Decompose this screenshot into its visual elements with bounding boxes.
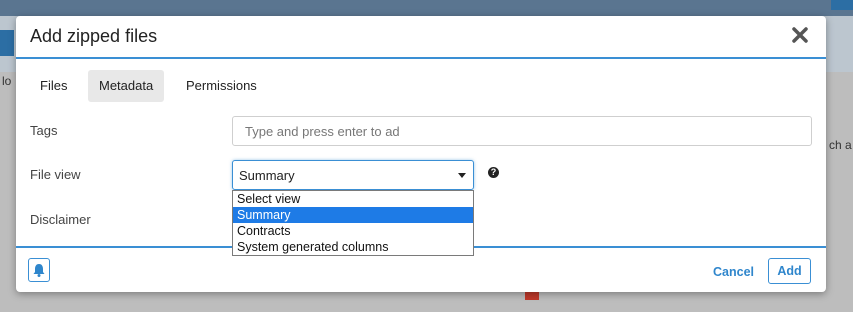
add-button[interactable]: Add xyxy=(768,258,811,284)
tab-files[interactable]: Files xyxy=(29,70,78,102)
tab-permissions[interactable]: Permissions xyxy=(175,70,268,102)
file-view-dropdown-list: Select view Summary Contracts System gen… xyxy=(232,190,474,256)
modal-title: Add zipped files xyxy=(30,26,158,46)
chevron-down-icon xyxy=(458,173,466,178)
file-view-selected-value: Summary xyxy=(239,168,295,183)
background-left-tab xyxy=(0,30,14,56)
dropdown-option-select-view[interactable]: Select view xyxy=(233,191,473,207)
background-right-text: ch a xyxy=(829,138,852,152)
file-view-label: File view xyxy=(30,167,81,182)
background-right-tab xyxy=(831,0,853,10)
cancel-button[interactable]: Cancel xyxy=(713,265,754,279)
close-icon xyxy=(792,27,808,43)
notify-button[interactable] xyxy=(28,258,50,282)
dropdown-option-system-generated-columns[interactable]: System generated columns xyxy=(233,239,473,255)
add-zipped-files-modal: Add zipped files Files Metadata Permissi… xyxy=(16,16,826,292)
bell-icon xyxy=(33,264,45,277)
modal-header: Add zipped files xyxy=(16,16,826,59)
background-topbar xyxy=(0,0,853,16)
background-left-text: lo xyxy=(2,74,12,88)
tab-metadata[interactable]: Metadata xyxy=(88,70,165,102)
file-view-select[interactable]: Summary xyxy=(232,160,474,190)
dropdown-option-summary[interactable]: Summary xyxy=(233,207,473,223)
dropdown-option-contracts[interactable]: Contracts xyxy=(233,223,473,239)
disclaimer-label: Disclaimer xyxy=(30,212,91,227)
tags-label: Tags xyxy=(30,123,58,138)
help-icon[interactable]: ? xyxy=(488,167,499,178)
tags-input[interactable] xyxy=(232,116,812,146)
close-button[interactable] xyxy=(790,25,810,45)
